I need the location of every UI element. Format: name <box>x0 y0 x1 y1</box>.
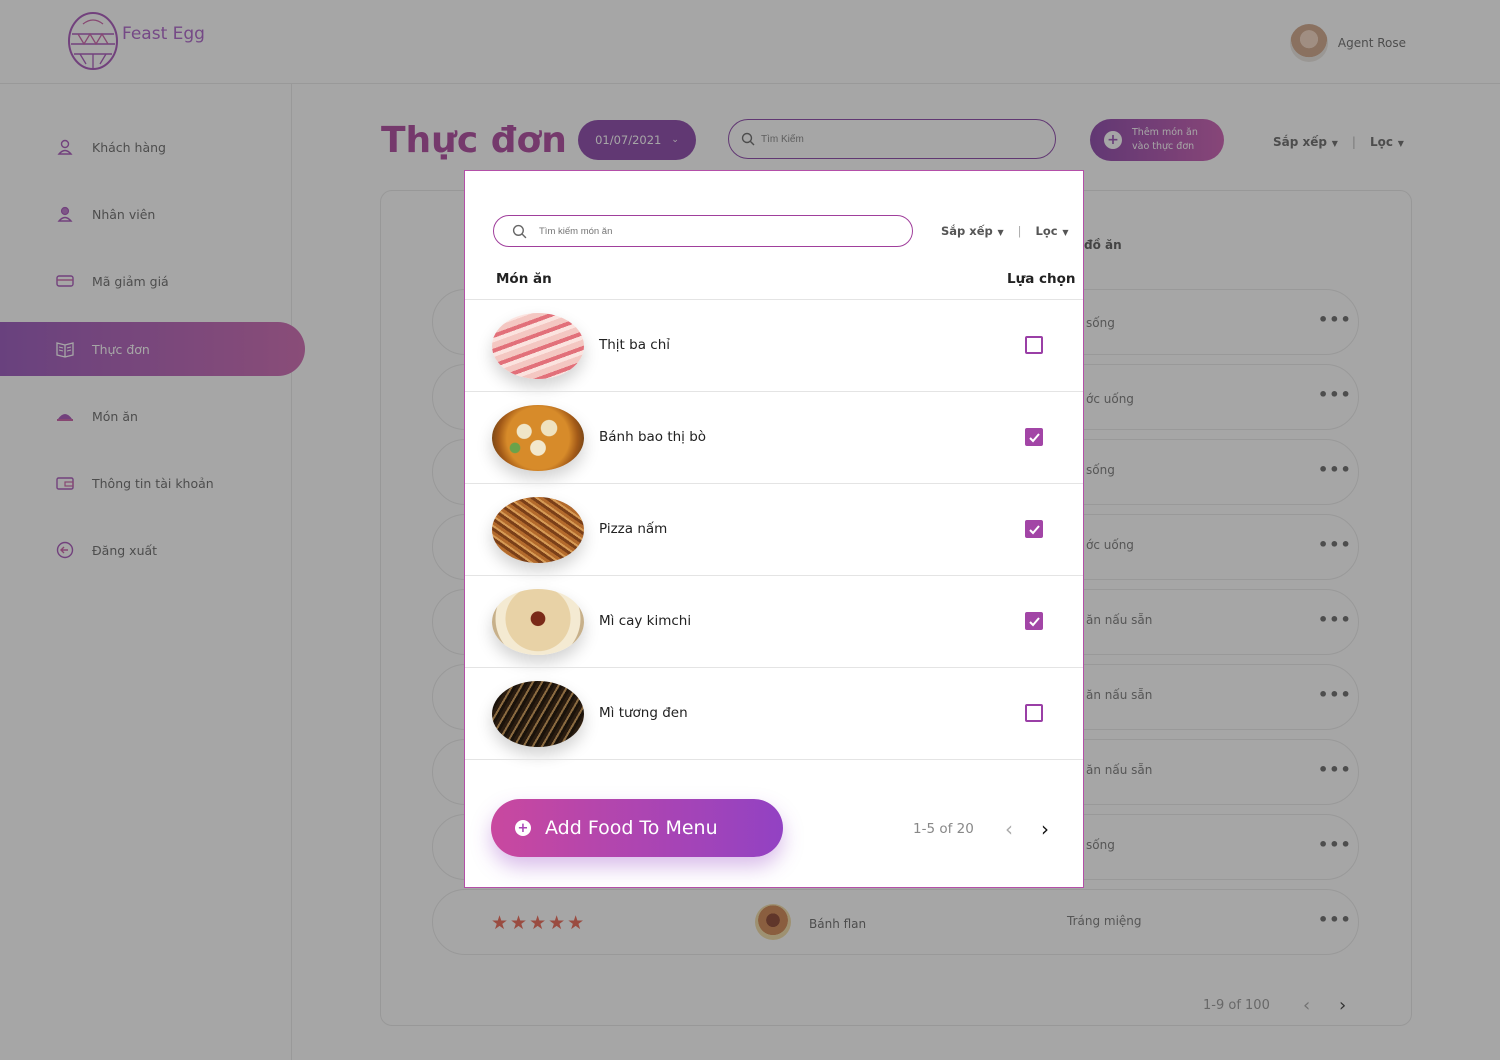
food-row[interactable]: Mì tương đen <box>465 669 1083 759</box>
caret-down-icon: ▼ <box>994 228 1004 237</box>
add-food-modal: Sắp xếp ▼ | Lọc ▼ Món ăn Lựa chọn Thịt b… <box>464 170 1084 888</box>
check-icon <box>1028 616 1040 626</box>
check-icon <box>1028 432 1040 442</box>
food-checkbox[interactable] <box>1025 704 1043 722</box>
divider <box>465 667 1083 668</box>
add-food-to-menu-button[interactable]: + Add Food To Menu <box>491 799 783 857</box>
modal-sort-filter: Sắp xếp ▼ | Lọc ▼ <box>941 224 1069 238</box>
modal-pagination-info: 1-5 of 20 <box>913 821 974 837</box>
modal-filter-dropdown[interactable]: Lọc ▼ <box>1036 224 1069 238</box>
food-name: Pizza nấm <box>599 521 668 537</box>
divider <box>465 391 1083 392</box>
divider <box>465 575 1083 576</box>
food-image-kimchi-noodles <box>492 589 584 655</box>
plus-icon: + <box>515 820 531 836</box>
food-name: Bánh bao thị bò <box>599 429 707 445</box>
filter-label: Lọc <box>1035 224 1058 238</box>
modal-prev-page-button[interactable]: ‹ <box>1005 817 1013 841</box>
check-icon <box>1028 524 1040 534</box>
add-food-label: Add Food To Menu <box>545 817 718 839</box>
food-checkbox[interactable] <box>1025 428 1043 446</box>
food-row[interactable]: Bánh bao thị bò <box>465 393 1083 483</box>
food-name: Thịt ba chỉ <box>599 337 671 353</box>
food-checkbox[interactable] <box>1025 612 1043 630</box>
separator: | <box>1017 224 1022 238</box>
column-header-food: Món ăn <box>496 271 552 287</box>
modal-sort-dropdown[interactable]: Sắp xếp ▼ <box>941 224 1004 238</box>
divider <box>465 759 1083 760</box>
food-checkbox[interactable] <box>1025 520 1043 538</box>
food-name: Mì tương đen <box>599 705 688 721</box>
food-row[interactable]: Thịt ba chỉ <box>465 301 1083 391</box>
food-name: Mì cay kimchi <box>599 613 692 629</box>
food-image-pork-belly <box>492 313 584 379</box>
modal-next-page-button[interactable]: › <box>1041 817 1049 841</box>
food-row[interactable]: Pizza nấm <box>465 485 1083 575</box>
column-header-select: Lựa chọn <box>1007 271 1076 287</box>
food-row[interactable]: Mì cay kimchi <box>465 577 1083 667</box>
divider <box>465 483 1083 484</box>
food-search-input[interactable] <box>539 225 869 237</box>
food-checkbox[interactable] <box>1025 336 1043 354</box>
search-icon <box>512 224 527 238</box>
sort-label: Sắp xếp <box>941 224 993 238</box>
food-image-mushroom-pizza <box>492 497 584 563</box>
food-image-dumplings <box>492 405 584 471</box>
caret-down-icon: ▼ <box>1059 228 1069 237</box>
food-search-bar[interactable] <box>493 215 913 247</box>
divider <box>465 299 1083 300</box>
food-image-black-bean-noodles <box>492 681 584 747</box>
